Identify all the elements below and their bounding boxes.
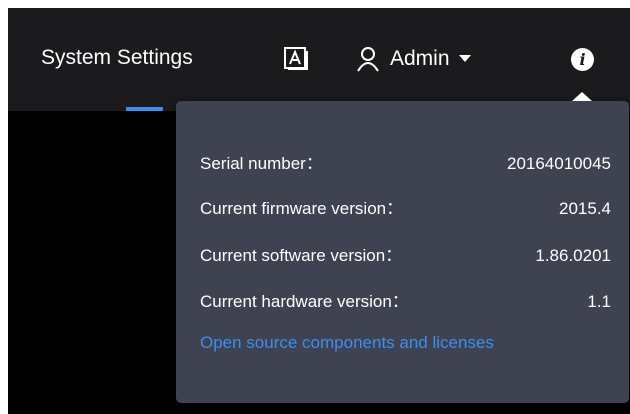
- top-navigation-bar: System Settings Admin i: [8, 8, 630, 111]
- hardware-version-label: Current hardware version：: [200, 292, 409, 311]
- caret-down-icon: [458, 55, 471, 62]
- software-version-row: Current software version： 1.86.0201: [200, 241, 611, 266]
- open-source-licenses-link[interactable]: Open source components and licenses: [200, 333, 494, 353]
- firmware-version-value: 2015.4: [559, 199, 611, 218]
- hardware-version-row: Current hardware version： 1.1: [200, 287, 611, 312]
- app-frame: System Settings Admin i Serial number： 2…: [8, 8, 630, 414]
- serial-number-row: Serial number： 20164010045: [200, 149, 611, 174]
- active-tab-indicator: [126, 107, 163, 111]
- nav-tab-system-settings[interactable]: System Settings: [41, 46, 193, 70]
- serial-number-label: Serial number：: [200, 154, 323, 173]
- hardware-version-value: 1.1: [587, 292, 611, 311]
- serial-number-value: 20164010045: [506, 154, 611, 173]
- user-name-label: Admin: [390, 47, 450, 70]
- user-icon: [357, 47, 379, 72]
- document-a-icon[interactable]: [283, 46, 309, 72]
- firmware-version-row: Current firmware version： 2015.4: [200, 194, 611, 219]
- firmware-version-label: Current firmware version：: [200, 199, 404, 218]
- software-version-value: 1.86.0201: [535, 246, 611, 265]
- info-icon[interactable]: i: [571, 48, 594, 71]
- device-info-popover: Serial number： 20164010045 Current firmw…: [176, 92, 629, 403]
- popover-arrow: [572, 92, 592, 101]
- user-menu-dropdown[interactable]: Admin: [356, 44, 471, 74]
- software-version-label: Current software version：: [200, 246, 403, 265]
